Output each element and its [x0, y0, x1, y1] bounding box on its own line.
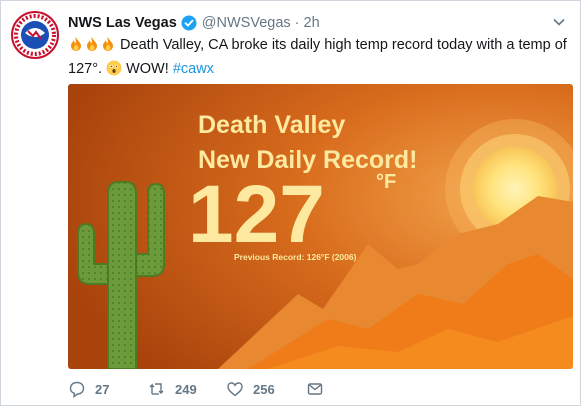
envelope-icon	[307, 383, 323, 395]
tweet-actions: 27 249 256	[68, 377, 324, 401]
poster-temperature: 127	[188, 169, 325, 260]
nws-logo-icon	[11, 11, 59, 59]
fire-icon	[68, 36, 84, 59]
poster-unit: °F	[376, 171, 396, 193]
account-name[interactable]: NWS Las Vegas	[68, 15, 177, 31]
tweet-media-image[interactable]: Death Valley New Daily Record! 127 °F Pr…	[68, 84, 573, 369]
fire-icon	[84, 36, 100, 59]
tweet-text: Death Valley, CA broke its daily high te…	[68, 35, 568, 83]
retweet-count: 249	[175, 381, 197, 397]
poster-title-line1: Death Valley	[198, 111, 345, 139]
tweet-timestamp[interactable]: 2h	[304, 15, 320, 31]
direct-message-button[interactable]	[306, 380, 324, 398]
reply-icon	[69, 381, 85, 398]
account-handle[interactable]: @NWSVegas	[202, 15, 291, 31]
like-count: 256	[253, 381, 275, 397]
chevron-down-icon[interactable]	[552, 15, 566, 29]
hashtag-link[interactable]: #cawx	[173, 61, 214, 77]
tweet-exclaim: WOW!	[126, 61, 169, 77]
fire-icon	[100, 36, 116, 59]
reply-count: 27	[95, 381, 110, 397]
retweet-button[interactable]: 249	[148, 380, 226, 398]
tweet-card[interactable]: NWS Las Vegas @NWSVegas · 2h Death Valle…	[0, 0, 581, 406]
astonished-face-icon	[106, 60, 122, 83]
reply-button[interactable]: 27	[68, 380, 148, 398]
avatar[interactable]	[11, 11, 59, 59]
poster-previous-record: Previous Record: 126°F (2006)	[234, 252, 357, 262]
like-button[interactable]: 256	[226, 380, 306, 398]
verified-badge-icon	[181, 15, 197, 31]
heart-icon	[227, 382, 243, 397]
death-valley-record-graphic: Death Valley New Daily Record! 127 °F Pr…	[68, 84, 573, 369]
separator-dot: ·	[294, 15, 300, 31]
retweet-icon	[149, 383, 164, 395]
tweet-header: NWS Las Vegas @NWSVegas · 2h	[68, 13, 568, 33]
